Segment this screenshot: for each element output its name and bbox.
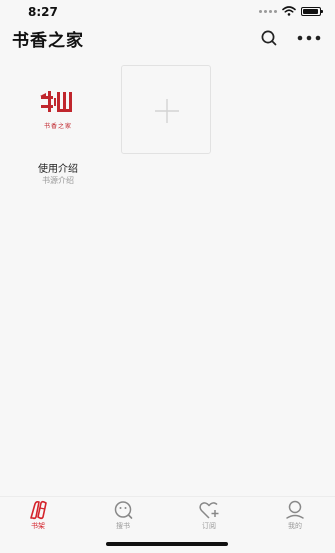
- page-title: 书香之家: [12, 31, 84, 51]
- bookshelf-icon: [30, 500, 47, 520]
- search-book-icon: [114, 501, 133, 519]
- book-item[interactable]: 书香之家 使用介绍 书源介绍: [26, 66, 90, 185]
- plus-icon: [155, 99, 179, 123]
- cover-title: 书香之家: [43, 123, 72, 130]
- status-bar: 8:27: [0, 0, 335, 22]
- tab-profile[interactable]: 我的: [275, 500, 315, 532]
- book-cover[interactable]: 书香之家: [26, 66, 90, 154]
- subscribe-icon: [199, 502, 219, 519]
- status-icons: [259, 6, 323, 16]
- profile-icon: [286, 500, 304, 519]
- tab-search-book[interactable]: 搜书: [103, 500, 143, 532]
- battery-icon: [301, 6, 323, 16]
- tab-bookshelf[interactable]: 书架: [18, 500, 58, 532]
- more-icon[interactable]: [296, 28, 322, 48]
- add-book-button[interactable]: [121, 65, 211, 154]
- home-indicator: [106, 542, 228, 546]
- tab-subscribe[interactable]: 订阅: [189, 500, 229, 532]
- book-title: 使用介绍: [38, 164, 78, 175]
- tab-label: 搜书: [116, 522, 130, 530]
- tab-label: 书架: [31, 522, 45, 530]
- book-logo-icon: [40, 91, 72, 112]
- status-time: 8:27: [28, 5, 58, 19]
- tab-label: 我的: [288, 522, 302, 530]
- nav-bar: 书香之家: [0, 22, 335, 54]
- tab-label: 订阅: [202, 522, 216, 530]
- wifi-icon: [282, 6, 296, 16]
- book-subtitle: 书源介绍: [42, 176, 74, 185]
- search-icon[interactable]: [259, 28, 279, 48]
- signal-icon: [259, 9, 277, 13]
